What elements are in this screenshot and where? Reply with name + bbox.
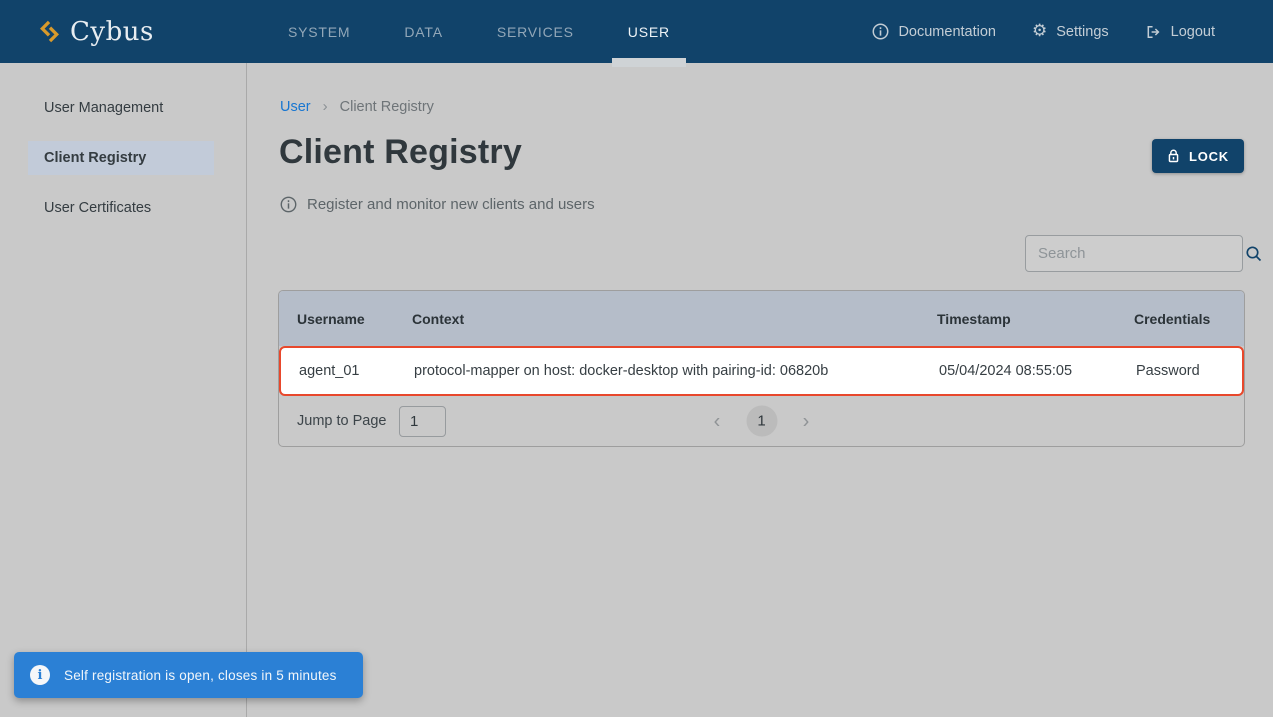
page-subtitle-text: Register and monitor new clients and use… (307, 196, 595, 213)
breadcrumb-user-link[interactable]: User (280, 99, 311, 115)
jump-to-page-label: Jump to Page (297, 413, 386, 429)
toast-message: Self registration is open, closes in 5 m… (64, 668, 337, 683)
client-registry-table: Username Context Timestamp Credentials a… (278, 290, 1245, 447)
breadcrumb-current: Client Registry (340, 99, 434, 115)
column-header-timestamp: Timestamp (937, 311, 1134, 327)
logout-label: Logout (1171, 24, 1215, 40)
documentation-label: Documentation (898, 24, 996, 40)
tab-data[interactable]: DATA (388, 0, 458, 63)
cell-timestamp: 05/04/2024 08:55:05 (939, 363, 1136, 379)
documentation-link[interactable]: Documentation (872, 23, 996, 40)
sidebar-item-user-management[interactable]: User Management (28, 91, 214, 125)
sidebar-item-user-certificates[interactable]: User Certificates (28, 191, 214, 225)
pagination: ‹ 1 › (705, 406, 818, 437)
jump-to-page-input[interactable] (399, 406, 446, 437)
cybus-logo[interactable]: Cybus (38, 0, 154, 63)
settings-button[interactable]: ⚙ Settings (1032, 23, 1109, 40)
column-header-credentials: Credentials (1134, 311, 1244, 327)
cell-username: agent_01 (299, 363, 414, 379)
page-subtitle: Register and monitor new clients and use… (280, 196, 595, 213)
search-icon[interactable] (1245, 245, 1263, 263)
brand-name: Cybus (70, 17, 154, 47)
search-box (1025, 235, 1243, 272)
tab-system[interactable]: SYSTEM (272, 0, 366, 63)
cell-credentials: Password (1136, 363, 1242, 379)
page-1-button[interactable]: 1 (746, 406, 777, 437)
lock-button-label: LOCK (1189, 149, 1229, 164)
main-content: User › Client Registry Client Registry L… (247, 63, 1273, 717)
search-input[interactable] (1026, 245, 1245, 262)
sidebar-divider (246, 63, 247, 717)
table-row-agent-01[interactable]: agent_01 protocol-mapper on host: docker… (279, 346, 1244, 396)
previous-page-icon[interactable]: ‹ (705, 411, 729, 431)
lock-button[interactable]: LOCK (1152, 139, 1244, 173)
settings-label: Settings (1056, 24, 1108, 40)
lock-icon (1167, 148, 1180, 164)
primary-nav-tabs: SYSTEM DATA SERVICES USER (272, 0, 686, 63)
sidebar: User Management Client Registry User Cer… (0, 63, 246, 717)
top-navbar: Cybus SYSTEM DATA SERVICES USER Document… (0, 0, 1273, 63)
info-circle-icon: i (30, 665, 50, 685)
chevron-right-icon: › (323, 98, 328, 115)
info-circle-icon (872, 23, 889, 40)
logout-button[interactable]: Logout (1145, 24, 1215, 40)
column-header-username: Username (297, 311, 412, 327)
table-footer: Jump to Page ‹ 1 › (279, 396, 1244, 446)
self-registration-toast: i Self registration is open, closes in 5… (14, 652, 363, 698)
info-circle-icon (280, 196, 297, 213)
tab-user[interactable]: USER (612, 0, 686, 63)
page-title: Client Registry (279, 133, 522, 172)
cybus-logo-icon (38, 18, 61, 45)
gear-icon: ⚙ (1032, 23, 1047, 40)
next-page-icon[interactable]: › (794, 411, 818, 431)
logout-icon (1145, 24, 1162, 40)
sidebar-item-client-registry[interactable]: Client Registry (28, 141, 214, 175)
tab-services[interactable]: SERVICES (481, 0, 590, 63)
table-header-row: Username Context Timestamp Credentials (279, 291, 1244, 346)
cell-context: protocol-mapper on host: docker-desktop … (414, 363, 939, 379)
column-header-context: Context (412, 311, 937, 327)
breadcrumb: User › Client Registry (280, 98, 434, 115)
nav-actions: Documentation ⚙ Settings Logout (872, 0, 1215, 63)
